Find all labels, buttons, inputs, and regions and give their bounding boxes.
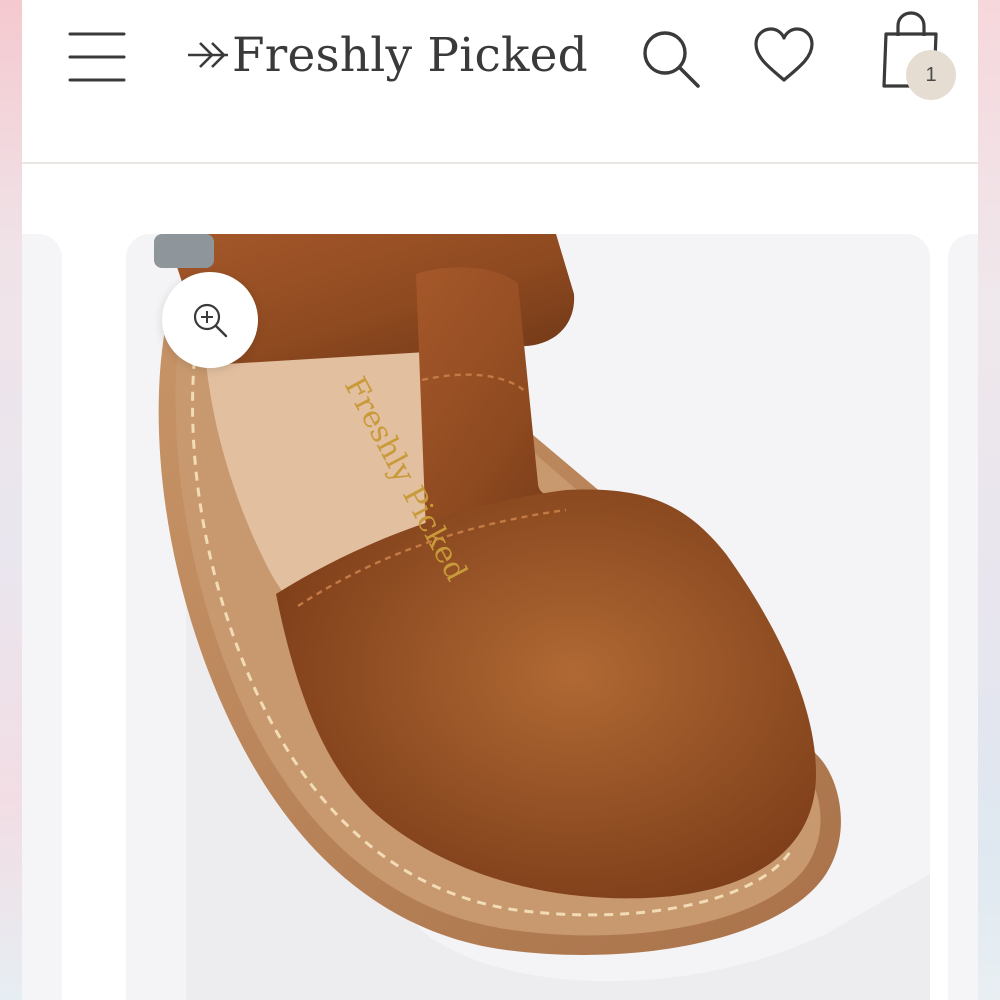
brand-name: Freshly Picked	[232, 27, 588, 83]
cart-button[interactable]: 1	[872, 8, 962, 100]
screen-edge-left	[0, 0, 22, 1000]
search-button[interactable]	[640, 28, 702, 90]
screen-edge-right	[978, 0, 1000, 1000]
menu-button[interactable]	[68, 28, 126, 86]
search-icon	[643, 31, 700, 88]
hamburger-menu-icon	[68, 32, 126, 82]
previous-image-peek[interactable]	[22, 234, 62, 1000]
heart-icon	[754, 27, 814, 82]
site-header: Freshly Picked 1	[22, 0, 978, 164]
arrows-logo-icon	[188, 42, 228, 68]
next-image-peek[interactable]	[948, 234, 978, 1000]
cart-count-badge: 1	[906, 50, 956, 100]
wishlist-button[interactable]	[752, 26, 816, 84]
zoom-button[interactable]	[162, 272, 258, 368]
zoom-in-icon	[193, 303, 228, 338]
brand-logo-link[interactable]: Freshly Picked	[186, 20, 588, 90]
app-screen: Freshly Picked 1 Freshly Picked	[22, 0, 978, 1000]
